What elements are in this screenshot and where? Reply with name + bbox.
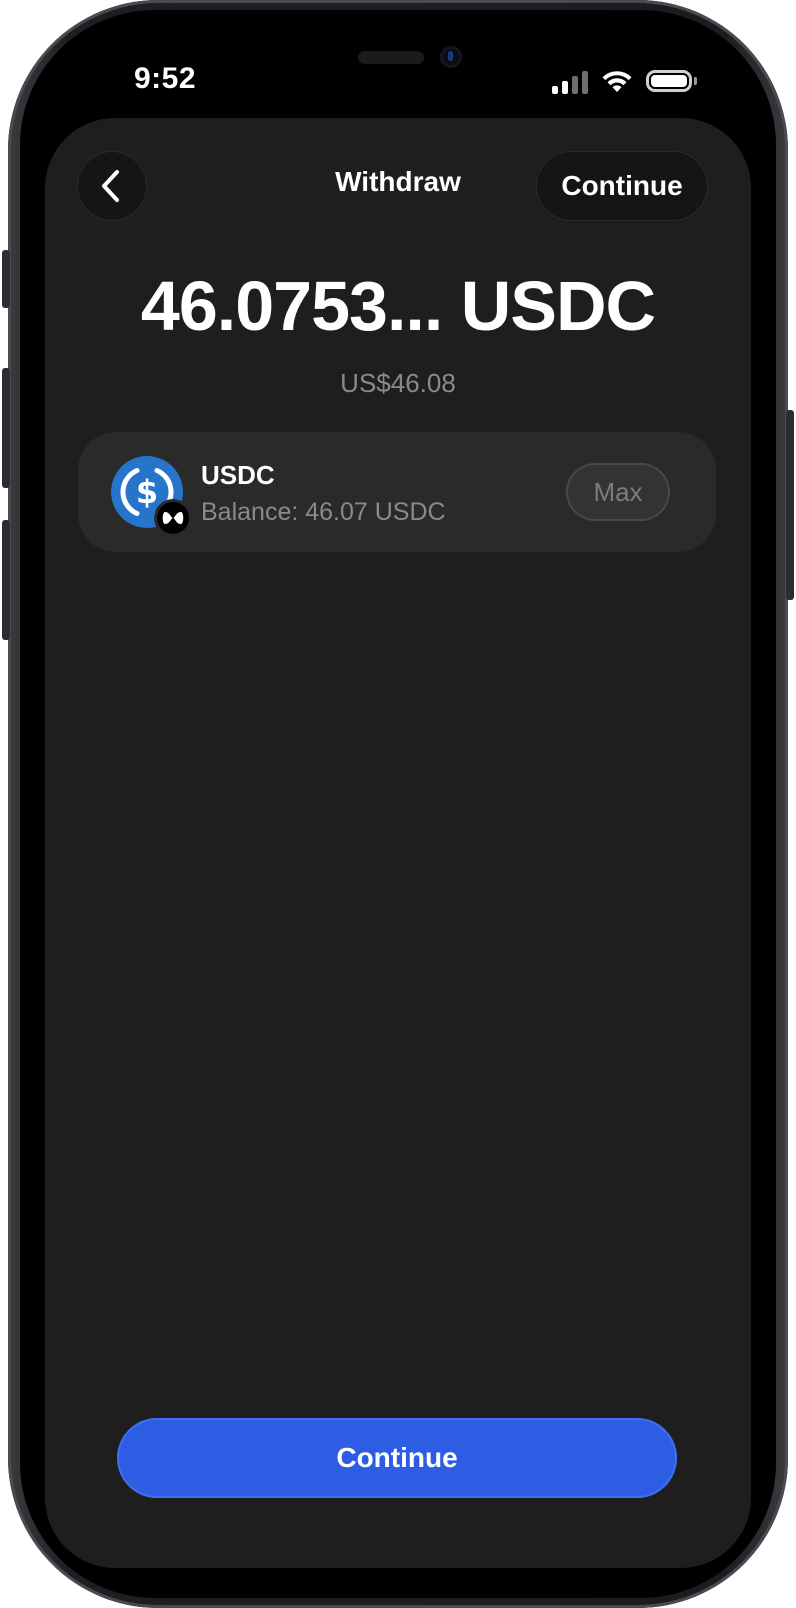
token-name: USDC bbox=[201, 460, 275, 490]
status-time: 9:52 bbox=[134, 62, 197, 95]
battery-icon bbox=[646, 70, 692, 92]
network-badge-icon bbox=[157, 502, 189, 534]
cellular-signal-icon bbox=[552, 70, 588, 94]
fiat-amount: US$46.08 bbox=[340, 368, 456, 398]
token-balance: Balance: 46.07 USDC bbox=[201, 498, 446, 526]
wifi-icon bbox=[602, 71, 632, 92]
device-power-button bbox=[786, 410, 794, 600]
max-button[interactable]: Max bbox=[566, 463, 670, 521]
token-selector-card[interactable]: $ USDC Balance: 46.07 USDC Max bbox=[78, 432, 716, 552]
battery-cap bbox=[694, 77, 697, 85]
withdraw-amount: 46.0753... USDC bbox=[140, 267, 656, 345]
device-action-button bbox=[2, 250, 10, 308]
earpiece-speaker bbox=[358, 51, 424, 64]
device-volume-up-button bbox=[2, 368, 10, 488]
header-continue-button[interactable]: Continue bbox=[537, 152, 707, 220]
app-screen: Withdraw Continue 46.0753... USDC US$46.… bbox=[45, 118, 751, 1568]
device-volume-down-button bbox=[2, 520, 10, 640]
svg-text:$: $ bbox=[136, 473, 158, 511]
front-camera bbox=[440, 46, 462, 68]
continue-button[interactable]: Continue bbox=[117, 1418, 677, 1498]
